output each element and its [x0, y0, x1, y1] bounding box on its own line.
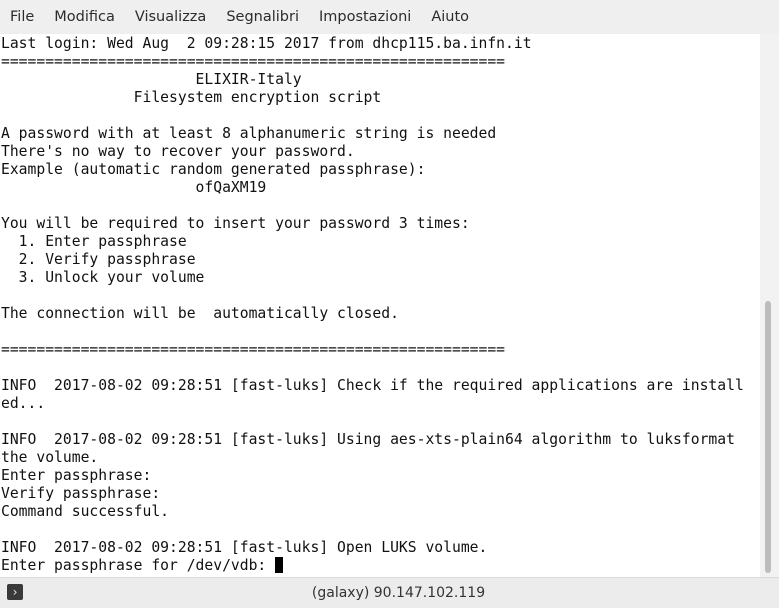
terminal-line: ========================================… — [1, 53, 506, 70]
terminal-line: Filesystem encryption script — [1, 89, 382, 106]
terminal-line: Verify passphrase: — [1, 485, 161, 502]
terminal-line: ELIXIR-Italy — [1, 71, 302, 88]
terminal-line: the volume. — [1, 449, 99, 466]
terminal-line: The connection will be automatically clo… — [1, 305, 399, 322]
menu-impostazioni[interactable]: Impostazioni — [309, 0, 421, 34]
menu-modifica[interactable]: Modifica — [44, 0, 125, 34]
scrollbar-thumb[interactable] — [765, 301, 771, 573]
text-cursor — [275, 557, 284, 573]
menu-visualizza[interactable]: Visualizza — [125, 0, 216, 34]
terminal-line: 1. Enter passphrase — [1, 233, 187, 250]
menu-file[interactable]: File — [0, 0, 44, 34]
terminal-line: ed... — [1, 395, 46, 412]
terminal-line: Command successful. — [1, 503, 170, 520]
terminal-line: INFO 2017-08-02 09:28:51 [fast-luks] Che… — [1, 377, 744, 394]
window-title: (galaxy) 90.147.102.119 — [311, 585, 486, 601]
terminal-line: INFO 2017-08-02 09:28:51 [fast-luks] Usi… — [1, 431, 735, 448]
terminal-line: There's no way to recover your password. — [1, 143, 355, 160]
status-bar: › (galaxy) 90.147.102.119 — [0, 577, 779, 608]
terminal-line: ofQaXM19 — [1, 179, 267, 196]
terminal-line: INFO 2017-08-02 09:28:51 [fast-luks] Ope… — [1, 539, 488, 556]
terminal-output[interactable]: Last login: Wed Aug 2 09:28:15 2017 from… — [0, 34, 760, 577]
terminal-line: A password with at least 8 alphanumeric … — [1, 125, 497, 142]
terminal-line: 3. Unlock your volume — [1, 269, 205, 286]
terminal-line: 2. Verify passphrase — [1, 251, 196, 268]
menu-bar: File Modifica Visualizza Segnalibri Impo… — [0, 0, 779, 34]
menu-segnalibri[interactable]: Segnalibri — [216, 0, 309, 34]
terminal-line: Enter passphrase: — [1, 467, 152, 484]
terminal-line: Last login: Wed Aug 2 09:28:15 2017 from… — [1, 35, 532, 52]
terminal-line: You will be required to insert your pass… — [1, 215, 470, 232]
terminal-text: Last login: Wed Aug 2 09:28:15 2017 from… — [0, 35, 760, 575]
menu-aiuto[interactable]: Aiuto — [421, 0, 479, 34]
terminal-line: ========================================… — [1, 341, 506, 358]
terminal-line: Example (automatic random generated pass… — [1, 161, 426, 178]
terminal-prompt: Enter passphrase for /dev/vdb: — [1, 557, 276, 574]
terminal-scrollbar[interactable] — [760, 34, 779, 577]
